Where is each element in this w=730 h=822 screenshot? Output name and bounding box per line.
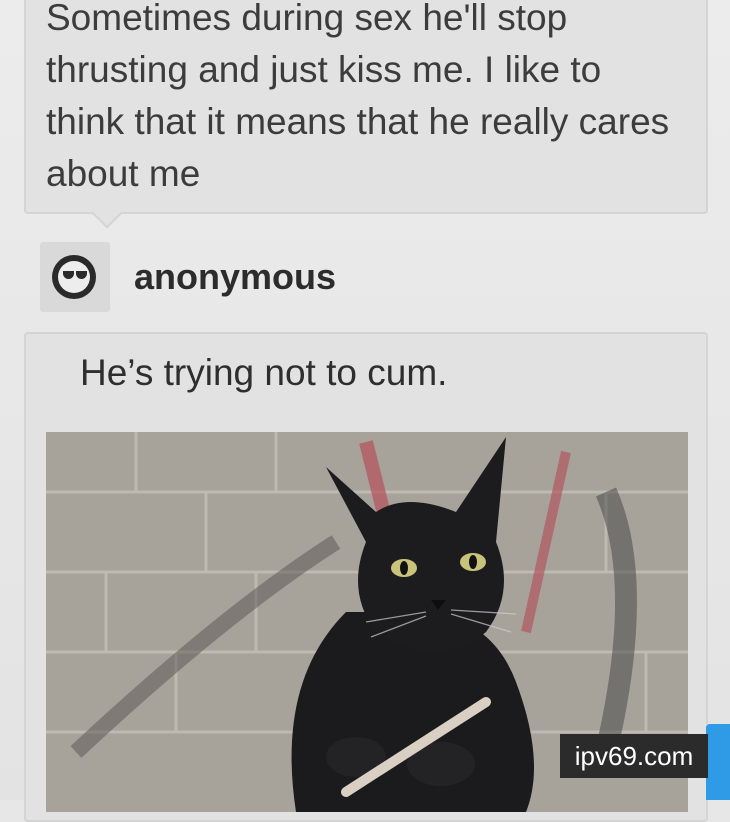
watermark: ipv69.com (560, 734, 708, 778)
post-container: Sometimes during sex he'll stop thrustin… (0, 0, 730, 822)
sunglasses-avatar-icon (52, 255, 96, 299)
avatar[interactable] (40, 242, 110, 312)
answer-text: He’s trying not to cum. (80, 352, 448, 393)
question-text: Sometimes during sex he'll stop thrustin… (46, 0, 670, 194)
sunglasses-icon (61, 271, 87, 280)
asker-row: anonymous (40, 242, 700, 312)
question-card: Sometimes during sex he'll stop thrustin… (24, 0, 708, 229)
asker-username[interactable]: anonymous (134, 256, 336, 298)
avatar-face (58, 261, 90, 293)
scroll-to-top-button[interactable] (706, 724, 730, 800)
speech-bubble-tail (91, 197, 123, 229)
